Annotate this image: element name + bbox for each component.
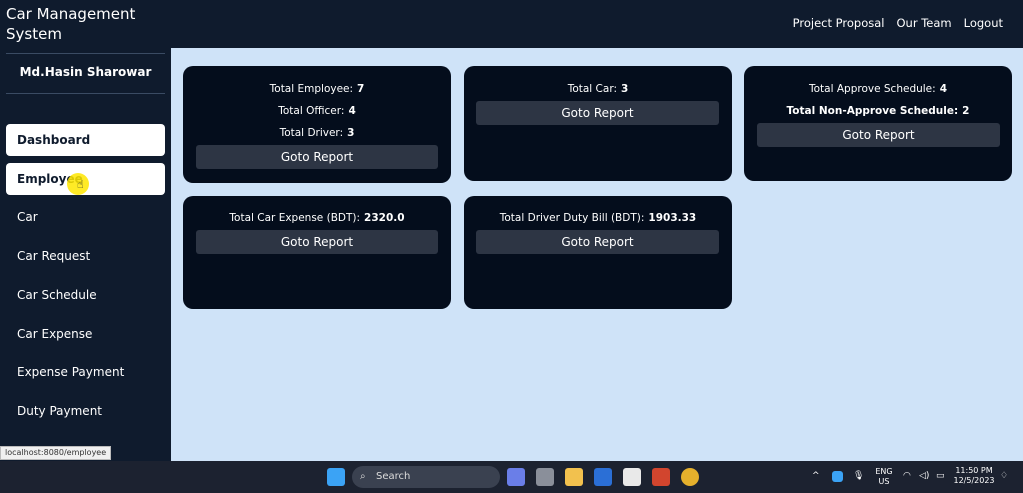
notepad-icon[interactable] bbox=[623, 468, 641, 486]
total-driver-duty-bill-stat: Total Driver Duty Bill (BDT): 1903.33 bbox=[499, 212, 697, 224]
top-navbar: Car Management System Project Proposal O… bbox=[0, 0, 1023, 48]
language-indicator[interactable]: ENG US bbox=[873, 467, 895, 487]
expense-goto-report-button[interactable]: Goto Report bbox=[196, 230, 438, 254]
nav-logout-link[interactable]: Logout bbox=[964, 16, 1003, 30]
nav-project-proposal-link[interactable]: Project Proposal bbox=[793, 16, 885, 30]
sidebar-divider-top bbox=[6, 53, 165, 54]
file-explorer-icon[interactable] bbox=[565, 468, 583, 486]
sidebar-item-car-request[interactable]: Car Request bbox=[6, 240, 165, 272]
chevron-up-icon[interactable]: ^ bbox=[812, 471, 820, 481]
total-car-stat: Total Car: 3 bbox=[567, 83, 629, 95]
total-approve-schedule-stat: Total Approve Schedule: 4 bbox=[809, 83, 947, 95]
task-view-icon[interactable] bbox=[536, 468, 554, 486]
car-summary-card: Total Car: 3 Goto Report bbox=[464, 66, 732, 181]
nav-our-team-link[interactable]: Our Team bbox=[897, 16, 952, 30]
total-driver-stat: Total Driver: 3 bbox=[279, 127, 355, 139]
expense-summary-card: Total Car Expense (BDT): 2320.0 Goto Repo… bbox=[183, 196, 451, 309]
chrome-icon[interactable] bbox=[681, 468, 699, 486]
top-nav-links: Project Proposal Our Team Logout bbox=[793, 16, 1003, 30]
notification-bell-icon[interactable]: ♢ bbox=[1000, 471, 1008, 481]
employee-summary-card: Total Employee: 7 Total Officer: 4 Total D… bbox=[183, 66, 451, 183]
sidebar-item-dashboard[interactable]: Dashboard bbox=[6, 124, 165, 156]
sidebar-item-car[interactable]: Car bbox=[6, 201, 165, 233]
user-name: Md.Hasin Sharowar bbox=[19, 65, 152, 79]
duty-goto-report-button[interactable]: Goto Report bbox=[476, 230, 719, 254]
app-store-icon[interactable] bbox=[594, 468, 612, 486]
search-icon: ⌕ bbox=[360, 471, 366, 482]
region-code: US bbox=[878, 477, 890, 486]
sidebar: Md.Hasin Sharowar Dashboard Employee ☝ C… bbox=[0, 48, 171, 461]
app-title: Car Management System bbox=[6, 5, 136, 43]
intellij-icon[interactable] bbox=[652, 468, 670, 486]
schedule-goto-report-button[interactable]: Goto Report bbox=[757, 123, 1000, 147]
sidebar-item-duty-payment[interactable]: Duty Payment bbox=[6, 395, 165, 427]
total-officer-stat: Total Officer: 4 bbox=[278, 105, 356, 117]
wifi-icon[interactable]: ◠ bbox=[903, 471, 911, 481]
total-employee-stat: Total Employee: 7 bbox=[269, 83, 365, 95]
microphone-icon[interactable]: 🎙 bbox=[853, 471, 864, 481]
clock-date: 12/5/2023 bbox=[953, 476, 995, 485]
language-code: ENG bbox=[875, 467, 893, 476]
sidebar-item-expense-payment[interactable]: Expense Payment bbox=[6, 356, 165, 388]
status-bar-url: localhost:8080/employee bbox=[0, 446, 112, 460]
copilot-icon[interactable] bbox=[507, 468, 525, 486]
hand-cursor-icon: ☝ bbox=[77, 178, 84, 191]
schedule-summary-card: Total Approve Schedule: 4 Total Non-Appro… bbox=[744, 66, 1012, 181]
windows-start-icon[interactable] bbox=[327, 468, 345, 486]
windows-taskbar: ⌕ Search ^ 🎙 ENG US ◠ ◁) ▭ 11:50 PM 12/5… bbox=[0, 461, 1023, 493]
clock-time: 11:50 PM bbox=[955, 466, 993, 475]
total-car-expense-stat: Total Car Expense (BDT): 2320.0 bbox=[229, 212, 405, 224]
sidebar-item-car-expense[interactable]: Car Expense bbox=[6, 318, 165, 350]
taskbar-clock[interactable]: 11:50 PM 12/5/2023 bbox=[953, 466, 995, 486]
sidebar-divider bbox=[6, 93, 165, 94]
security-tray-icon[interactable] bbox=[832, 471, 843, 482]
duty-bill-summary-card: Total Driver Duty Bill (BDT): 1903.33 Got… bbox=[464, 196, 732, 309]
employee-goto-report-button[interactable]: Goto Report bbox=[196, 145, 438, 169]
car-goto-report-button[interactable]: Goto Report bbox=[476, 101, 719, 125]
sidebar-item-car-schedule[interactable]: Car Schedule bbox=[6, 279, 165, 311]
battery-icon[interactable]: ▭ bbox=[936, 471, 945, 481]
taskbar-search-placeholder: Search bbox=[376, 471, 411, 482]
volume-icon[interactable]: ◁) bbox=[919, 471, 929, 481]
total-non-approve-schedule-stat: Total Non-Approve Schedule: 2 bbox=[786, 105, 970, 117]
taskbar-search-box[interactable]: ⌕ Search bbox=[352, 466, 500, 488]
